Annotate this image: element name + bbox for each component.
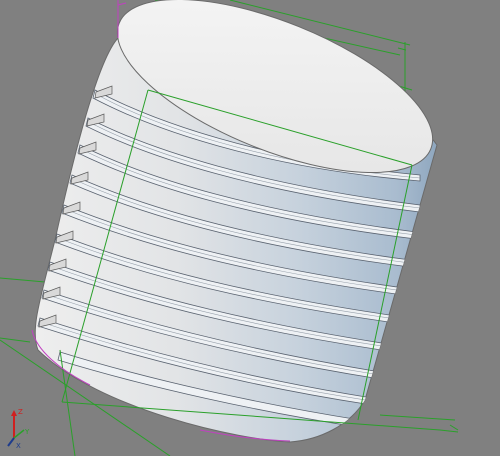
model-scene[interactable] — [0, 0, 500, 456]
triad-y-label: Y — [24, 428, 30, 436]
coordinate-triad: Z Y X — [7, 408, 30, 450]
3d-viewport[interactable]: Z Y X — [0, 0, 500, 456]
triad-x-label: X — [16, 442, 21, 450]
triad-y-axis — [13, 429, 25, 439]
triad-z-label: Z — [18, 408, 23, 416]
triad-x-axis — [7, 437, 15, 447]
triad-z-arrow — [11, 410, 17, 416]
